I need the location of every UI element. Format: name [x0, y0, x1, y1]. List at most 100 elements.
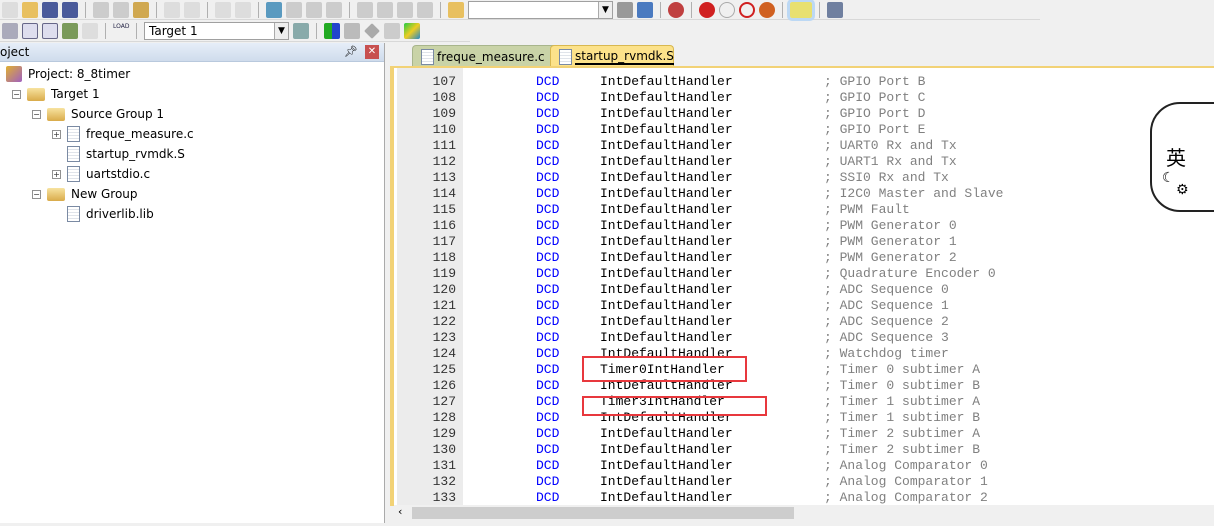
copy-icon[interactable]	[113, 1, 129, 18]
tree-item[interactable]: driverlib.lib	[52, 204, 154, 224]
save-icon[interactable]	[42, 1, 58, 18]
save-all-icon[interactable]	[62, 1, 78, 18]
line-number: 126	[432, 378, 456, 393]
back-icon[interactable]	[215, 1, 231, 18]
line-number: 113	[432, 170, 456, 185]
comment: ; Timer 1 subtimer B	[824, 410, 981, 425]
next-bookmark-icon[interactable]	[306, 1, 322, 18]
close-icon[interactable]: ✕	[365, 45, 379, 59]
directive: DCD	[536, 266, 560, 281]
directive: DCD	[536, 122, 560, 137]
code-line: 117 DCD IntDefaultHandler ; PWM Generator 1	[394, 234, 1214, 250]
line-number: 122	[432, 314, 456, 329]
load-icon[interactable]: LOAD	[113, 23, 129, 39]
translate-icon[interactable]	[2, 22, 18, 39]
folder-icon	[27, 87, 45, 101]
tree-item[interactable]: startup_rvmdk.S	[52, 144, 185, 164]
ime-widget[interactable]: 英 ☾ ⚙	[1150, 102, 1214, 212]
expand-toggle-icon[interactable]: −	[12, 89, 21, 99]
code-line: 111 DCD IntDefaultHandler ; UART0 Rx and Tx	[394, 138, 1214, 154]
kill-breakpoints-icon[interactable]	[759, 1, 775, 18]
target-select[interactable]: Target 1 ▼	[144, 21, 289, 40]
unindent-icon[interactable]	[377, 1, 393, 18]
directive: DCD	[536, 250, 560, 265]
disable-all-breakpoints-icon[interactable]	[739, 1, 755, 18]
line-number: 108	[432, 90, 456, 105]
forward-icon[interactable]	[235, 1, 251, 18]
pack-installer-icon[interactable]	[384, 22, 400, 39]
directive: DCD	[536, 458, 560, 473]
horizontal-scrollbar[interactable]: ‹	[394, 505, 1214, 521]
directive: DCD	[536, 378, 560, 393]
find-in-files-icon[interactable]	[448, 1, 464, 18]
prev-bookmark-icon[interactable]	[286, 1, 302, 18]
chevron-down-icon[interactable]: ▼	[598, 1, 612, 18]
expand-toggle-icon[interactable]: −	[32, 189, 41, 199]
file-icon	[67, 146, 80, 162]
stop-build-icon[interactable]	[82, 22, 98, 39]
expand-toggle-icon[interactable]: +	[52, 129, 61, 139]
target-options-icon[interactable]	[293, 22, 309, 39]
select-packs-icon[interactable]	[344, 22, 360, 39]
tab-startup-rvmdk[interactable]: startup_rvmdk.S	[550, 45, 674, 67]
undo-icon[interactable]	[164, 1, 180, 18]
breakpoint-icon[interactable]	[699, 1, 715, 18]
code-line: 107 DCD IntDefaultHandler ; GPIO Port B	[394, 74, 1214, 90]
comment-icon[interactable]	[397, 1, 413, 18]
tree-item[interactable]: − Source Group 1	[32, 104, 164, 124]
line-number: 130	[432, 442, 456, 457]
tab-freque-measure[interactable]: freque_measure.c	[412, 45, 562, 67]
comment: ; Quadrature Encoder 0	[824, 266, 996, 281]
find-icon[interactable]	[617, 1, 633, 18]
line-number: 131	[432, 458, 456, 473]
uncomment-icon[interactable]	[417, 1, 433, 18]
highlight-box-timer3	[582, 396, 767, 416]
bookmark-icon[interactable]	[266, 1, 282, 18]
batch-build-icon[interactable]	[62, 22, 78, 39]
disable-breakpoint-icon[interactable]	[719, 1, 735, 18]
paste-icon[interactable]	[133, 1, 149, 18]
operand: IntDefaultHandler	[600, 122, 733, 137]
redo-icon[interactable]	[184, 1, 200, 18]
manage-components-icon[interactable]	[324, 22, 340, 39]
new-file-icon[interactable]	[2, 1, 18, 18]
build-icon[interactable]	[22, 22, 38, 39]
tree-item[interactable]: + freque_measure.c	[52, 124, 194, 144]
incremental-find-icon[interactable]	[637, 1, 653, 18]
directive: DCD	[536, 138, 560, 153]
operand: IntDefaultHandler	[600, 282, 733, 297]
expand-toggle-icon[interactable]: −	[32, 109, 41, 119]
open-icon[interactable]	[22, 1, 38, 18]
debug-icon[interactable]	[668, 1, 684, 18]
window-layout-icon[interactable]	[787, 0, 815, 21]
tree-item[interactable]: Project: 8_8timer	[6, 64, 130, 84]
find-combo[interactable]: ▼	[468, 0, 613, 19]
cut-icon[interactable]	[93, 1, 109, 18]
line-number: 117	[432, 234, 456, 249]
tree-item[interactable]: + uartstdio.c	[52, 164, 150, 184]
operand: IntDefaultHandler	[600, 442, 733, 457]
configure-icon[interactable]	[827, 1, 843, 18]
expand-toggle-icon[interactable]: +	[52, 169, 61, 179]
project-icon	[6, 66, 22, 82]
comment: ; ADC Sequence 2	[824, 314, 949, 329]
scroll-left-icon[interactable]: ‹	[398, 505, 402, 518]
code-line: 132 DCD IntDefaultHandler ; Analog Comparat…	[394, 474, 1214, 490]
pin-icon[interactable]: 📌︎	[344, 45, 358, 58]
manage-rte-icon[interactable]	[364, 22, 380, 39]
code-line: 116 DCD IntDefaultHandler ; PWM Generator 0	[394, 218, 1214, 234]
directive: DCD	[536, 106, 560, 121]
line-number: 120	[432, 282, 456, 297]
indent-icon[interactable]	[357, 1, 373, 18]
scrollbar-thumb[interactable]	[412, 507, 794, 519]
chevron-down-icon[interactable]: ▼	[274, 22, 288, 39]
tree-item[interactable]: − Target 1	[12, 84, 100, 104]
rebuild-icon[interactable]	[42, 22, 58, 39]
software-packs-icon[interactable]	[404, 22, 420, 39]
clear-bookmarks-icon[interactable]	[326, 1, 342, 18]
directive: DCD	[536, 74, 560, 89]
toolbar-build: LOAD Target 1 ▼	[0, 20, 470, 42]
code-editor[interactable]: 107 DCD IntDefaultHandler ; GPIO Port B 108 D…	[390, 66, 1214, 506]
tree-item[interactable]: − New Group	[32, 184, 138, 204]
line-number: 109	[432, 106, 456, 121]
